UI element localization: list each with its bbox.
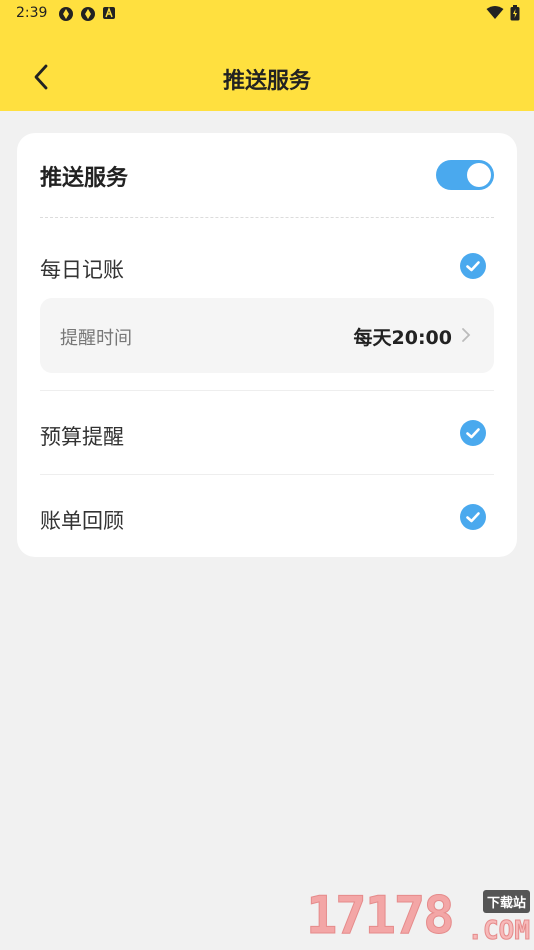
reminder-time-row[interactable]: 提醒时间 每天20:00 xyxy=(40,298,494,373)
check-circle-icon xyxy=(460,253,486,279)
status-icons-right xyxy=(486,5,520,21)
watermark-digits: 17178 xyxy=(306,886,456,947)
option-label: 每日记账 xyxy=(40,258,124,282)
option-daily-bookkeeping[interactable]: 每日记账 xyxy=(40,248,494,284)
reminder-time-value: 每天20:00 xyxy=(353,327,452,349)
push-settings-card: 推送服务 每日记账 提醒时间 每天20:00 预算提醒 账单回顾 xyxy=(17,133,517,557)
divider xyxy=(40,474,494,475)
push-service-label: 推送服务 xyxy=(40,166,129,191)
toggle-knob xyxy=(467,163,491,187)
option-bill-review[interactable]: 账单回顾 xyxy=(40,499,494,535)
option-label: 账单回顾 xyxy=(40,509,124,533)
header: 2:39 推送服务 xyxy=(0,0,534,111)
watermark-tag: 下载站 xyxy=(482,890,530,913)
reminder-time-label: 提醒时间 xyxy=(60,328,132,349)
divider xyxy=(40,390,494,391)
status-icons-left xyxy=(58,6,116,22)
app-notification-icon xyxy=(81,7,95,21)
dashed-divider xyxy=(40,217,494,218)
option-label: 预算提醒 xyxy=(40,425,124,449)
status-bar: 2:39 xyxy=(0,0,534,28)
option-budget-reminder[interactable]: 预算提醒 xyxy=(40,415,494,451)
watermark-logo: 17178 下载站 .COM xyxy=(306,886,534,950)
battery-icon xyxy=(510,5,520,21)
wifi-icon xyxy=(486,6,504,19)
status-time: 2:39 xyxy=(16,5,48,21)
check-circle-icon xyxy=(460,504,486,530)
push-service-toggle[interactable] xyxy=(436,160,494,190)
watermark-suffix: .COM xyxy=(467,916,531,947)
nav-bar: 推送服务 xyxy=(0,50,534,106)
app-notification-icon xyxy=(59,7,73,21)
push-service-row: 推送服务 xyxy=(40,157,494,193)
check-circle-icon xyxy=(460,420,486,446)
chevron-right-icon xyxy=(462,328,471,342)
a-icon xyxy=(103,6,115,19)
page-title: 推送服务 xyxy=(222,69,311,94)
